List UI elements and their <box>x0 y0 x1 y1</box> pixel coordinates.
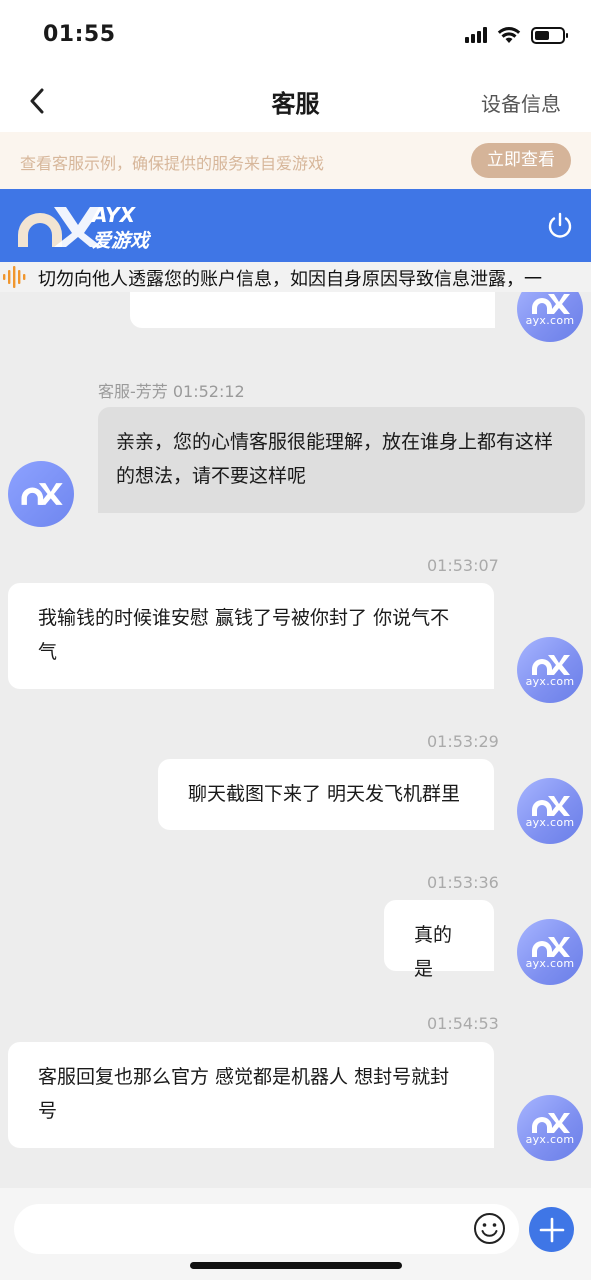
brand-bar: AYX 爱游戏 <box>0 189 591 262</box>
status-time: 01:55 <box>43 22 116 47</box>
chat-area[interactable]: ayx.com 客服-芳芳 01:52:12 亲亲，您的心情客服很能理解，放在谁… <box>0 292 591 1188</box>
notice-marquee: 切勿向他人透露您的账户信息，如因自身原因导致信息泄露，一 <box>0 262 591 292</box>
user-avatar: ayx.com <box>517 292 583 342</box>
user-avatar: ayx.com <box>517 637 583 703</box>
status-icons <box>465 24 568 46</box>
user-message-bubble: 我输钱的时候谁安慰 赢钱了号被你封了 你说气不气 <box>8 583 494 689</box>
status-bar: 01:55 <box>0 0 591 70</box>
plus-button[interactable] <box>529 1207 574 1252</box>
battery-icon <box>531 26 568 44</box>
message-timestamp: 01:54:53 <box>427 1014 499 1033</box>
brand-name-cn: 爱游戏 <box>92 230 150 252</box>
emoji-icon[interactable] <box>473 1212 506 1245</box>
user-avatar: ayx.com <box>517 778 583 844</box>
signal-icon <box>465 27 487 43</box>
power-icon[interactable] <box>545 211 575 241</box>
user-message-bubble: 聊天截图下来了 明天发飞机群里 <box>158 759 494 830</box>
message-timestamp: 01:53:29 <box>427 732 499 751</box>
user-message-bubble: 真的是 <box>384 900 494 980</box>
brand-name-en: AYX <box>92 203 136 227</box>
ayx-logo-icon <box>532 1112 570 1133</box>
message-timestamp: 01:53:36 <box>427 873 499 892</box>
ayx-logo-icon <box>21 483 63 505</box>
nav-bar: 客服 设备信息 <box>0 70 591 132</box>
message-timestamp: 01:53:07 <box>427 556 499 575</box>
ayx-logo-icon <box>532 936 570 957</box>
wifi-icon <box>497 27 521 43</box>
agent-message-bubble: 亲亲，您的心情客服很能理解，放在谁身上都有这样的想法，请不要这样呢 <box>98 407 585 513</box>
message-bubble-partial <box>130 292 495 328</box>
user-avatar: ayx.com <box>517 1095 583 1161</box>
home-indicator <box>190 1262 402 1269</box>
plus-icon <box>539 1217 564 1242</box>
ayx-logo-icon <box>532 293 570 314</box>
ayx-logo-icon <box>532 795 570 816</box>
message-sender: 客服-芳芳 01:52:12 <box>98 382 245 401</box>
notice-banner: 查看客服示例，确保提供的服务来自爱游戏 立即查看 <box>0 132 591 189</box>
message-input[interactable] <box>14 1204 519 1254</box>
marquee-text: 切勿向他人透露您的账户信息，如因自身原因导致信息泄露，一 <box>38 269 542 290</box>
notice-text: 查看客服示例，确保提供的服务来自爱游戏 <box>20 154 325 173</box>
view-now-button[interactable]: 立即查看 <box>471 143 571 178</box>
device-info-button[interactable]: 设备信息 <box>481 88 561 117</box>
user-avatar: ayx.com <box>517 919 583 985</box>
user-message-bubble: 客服回复也那么官方 感觉都是机器人 想封号就封号 <box>8 1042 494 1148</box>
agent-avatar <box>8 461 74 527</box>
ayx-logo-icon <box>532 654 570 675</box>
sound-wave-icon <box>3 266 26 288</box>
